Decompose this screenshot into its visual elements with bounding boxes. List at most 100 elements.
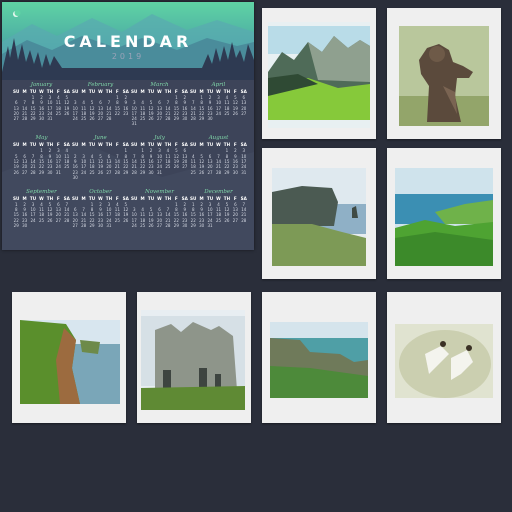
- day-grid: 1 2 3 4 5 6 7 8 9 10 11 12 13 14 15 16 17 18 19 20 21 22 23 24 2…: [71, 95, 130, 121]
- month-june: June SU M TU W TH F SA 1 2 3 4 5 6 7 8 9 10 11 12 13 14 15 16 17…: [71, 135, 130, 188]
- day-cell: 27: [55, 217, 61, 223]
- day-cell: 26: [232, 110, 238, 116]
- day-cell: 27: [72, 222, 78, 228]
- month-name: March: [150, 82, 169, 88]
- page-card[interactable]: [12, 292, 126, 423]
- day-cell: 26: [64, 110, 70, 116]
- day-cell: 28: [64, 217, 70, 223]
- day-cell: 28: [215, 169, 222, 175]
- day-cell: 28: [165, 116, 171, 122]
- page-card[interactable]: [262, 148, 376, 279]
- month-february: February SU M TU W TH F SA 1 2 3 4 5 6 7 8 9 10 11 12 13 14 15…: [71, 82, 130, 135]
- calendar-year: 2019: [111, 52, 145, 61]
- calendar-grid: January SU M TU W TH F SA 1 2 3 4 5 6 7 8 9 10 11 12 13 14 15 1…: [12, 82, 248, 242]
- month-march: March SU M TU W TH F SA 1 2 3 4 5 6 7 8 9 10 11 12 13 14 15 16 1…: [130, 82, 189, 135]
- day-cell: 31: [131, 121, 137, 127]
- day-cell: 28: [22, 116, 28, 122]
- day-cell: 27: [207, 169, 213, 175]
- day-cell: 28: [30, 169, 36, 175]
- day-cell: 27: [13, 116, 19, 122]
- page-card[interactable]: [387, 292, 501, 423]
- month-name: June: [94, 135, 107, 142]
- day-cell: 28: [165, 222, 171, 228]
- day-cell: 25: [55, 110, 61, 116]
- day-cell: 25: [215, 217, 222, 223]
- month-name: September: [26, 188, 57, 195]
- day-cell: 22: [114, 110, 120, 116]
- month-name: December: [204, 188, 233, 195]
- day-cell: 29: [173, 116, 179, 122]
- day-cell: 26: [13, 169, 19, 175]
- day-cell: 31: [55, 169, 61, 175]
- day-cell: 31: [47, 116, 53, 122]
- day-cell: 26: [224, 217, 230, 223]
- page-card[interactable]: [387, 8, 501, 139]
- day-cell: 25: [165, 164, 171, 170]
- day-cell: 29: [123, 169, 129, 175]
- day-grid: 1 2 3 4 5 6 7 8 9 10 11 12 13 14 15 16 17 18 19 20 21 22 23 24 2…: [130, 148, 189, 174]
- day-cell: 30: [38, 116, 45, 122]
- day-cell: 26: [199, 169, 205, 175]
- calendar-title: CALENDAR: [63, 32, 193, 51]
- day-cell: 29: [38, 169, 45, 175]
- calendar-cover[interactable]: CALENDAR 2019 January SU M TU W TH F SA 1 2 3 4 5 6 7 8…: [2, 2, 254, 250]
- day-cell: 30: [207, 116, 213, 122]
- day-cell: 23: [123, 110, 129, 116]
- day-cell: 26: [173, 164, 179, 170]
- month-september: September SU M TU W TH F SA 1 2 3 4 5 6 7 8 9 10 11 12 13 14 1…: [12, 189, 71, 242]
- day-cell: 30: [199, 222, 205, 228]
- day-cell: 24: [81, 169, 87, 175]
- month-name: January: [30, 82, 53, 88]
- day-cell: 31: [156, 169, 163, 175]
- day-cell: 29: [199, 116, 205, 122]
- day-cell: 27: [22, 169, 28, 175]
- month-name: November: [144, 188, 175, 195]
- day-cell: 29: [13, 222, 19, 228]
- month-january: January SU M TU W TH F SA 1 2 3 4 5 6 7 8 9 10 11 12 13 14 15 1…: [12, 82, 71, 135]
- month-august: August SU M TU W TH F SA 1 2 3 4 5 6 7 8 9 10 11 12 13 14 15 16…: [189, 135, 248, 188]
- day-cell: 30: [232, 169, 238, 175]
- mountain-valley-photo: [268, 22, 370, 128]
- day-cell: 25: [140, 116, 146, 122]
- day-cell: 25: [81, 116, 87, 122]
- day-cell: 29: [89, 222, 95, 228]
- day-cell: 27: [232, 217, 238, 223]
- month-november: November SU M TU W TH F SA 1 2 3 4 5 6 7 8 9 10 11 12 13 14 15…: [130, 189, 189, 242]
- month-october: October SU M TU W TH F SA 1 2 3 4 5 6 7 8 9 10 11 12 13 14 15 1…: [71, 189, 130, 242]
- page-card[interactable]: [137, 292, 251, 423]
- day-cell: 24: [215, 110, 222, 116]
- month-may: May SU M TU W TH F SA 1 2 3 4 5 6 7 8 9 10 11 12 13 14 15 16 17 1…: [12, 135, 71, 188]
- month-july: July SU M TU W TH F SA 1 2 3 4 5 6 7 8 9 10 11 12 13 14 15 16 17…: [130, 135, 189, 188]
- day-cell: 28: [131, 169, 137, 175]
- day-cell: 26: [148, 116, 154, 122]
- day-cell: 25: [38, 217, 45, 223]
- day-cell: 30: [47, 169, 53, 175]
- day-grid: 1 2 3 4 5 6 7 8 9 10 11 12 13 14 15 16 17 18 19 20 21 22 23 24 2…: [189, 95, 248, 121]
- day-cell: 29: [140, 169, 146, 175]
- day-grid: 1 2 3 4 5 6 7 8 9 10 11 12 13 14 15 16 17 18 19 20 21 22 23 24 2…: [130, 95, 189, 127]
- green-coast-photo: [395, 168, 493, 266]
- dancers-photo: [395, 324, 493, 398]
- day-grid: 1 2 3 4 5 6 7 8 9 10 11 12 13 14 15 16 17 18 19 20 21 22 23 24 2…: [189, 202, 248, 228]
- month-name: February: [87, 82, 114, 88]
- day-cell: 29: [173, 222, 179, 228]
- page-card[interactable]: [387, 148, 501, 279]
- month-december: December SU M TU W TH F SA 1 2 3 4 5 6 7 8 9 10 11 12 13 14 15…: [189, 189, 248, 242]
- day-grid: 1 2 3 4 5 6 7 8 9 10 11 12 13 14 15 16 17 18 19 20 21 22 23 24 2…: [12, 95, 71, 121]
- page-card[interactable]: [262, 292, 376, 423]
- day-cell: 26: [123, 217, 129, 223]
- month-name: October: [89, 188, 112, 195]
- day-cell: 25: [64, 164, 70, 170]
- day-cell: 28: [81, 222, 87, 228]
- day-cell: 25: [89, 169, 95, 175]
- castle-ruin-photo: [141, 310, 245, 410]
- day-cell: 27: [156, 222, 163, 228]
- day-cell: 31: [106, 222, 112, 228]
- day-grid: 1 2 3 4 5 6 7 8 9 10 11 12 13 14 15 16 17 18 19 20 21 22 23 24 2…: [71, 202, 130, 228]
- page-card[interactable]: [262, 8, 376, 139]
- day-cell: 30: [148, 169, 154, 175]
- day-cell: 28: [241, 217, 247, 223]
- day-cell: 26: [89, 116, 95, 122]
- day-grid: 1 2 3 4 5 6 7 8 9 10 11 12 13 14 15 16 17 18 19 20 21 22 23 24 2…: [189, 148, 248, 174]
- day-cell: 27: [241, 110, 247, 116]
